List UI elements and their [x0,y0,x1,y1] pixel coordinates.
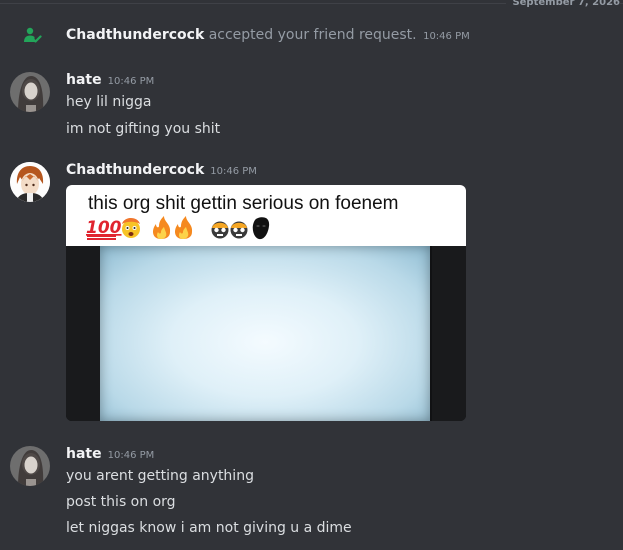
message-line: let niggas know i am not giving u a dime [66,520,352,536]
video-letterbox-right [432,246,466,421]
message-line: hey lil nigga [66,94,152,110]
avatar[interactable] [10,72,50,112]
message-timestamp: 10:46 PM [107,450,155,461]
video-embed[interactable]: this org shit gettin serious on foenem 1… [66,185,466,421]
avatar-image [10,162,50,202]
date-divider: September 7, 2026 [0,0,623,10]
system-message: Chadthundercock accepted your friend req… [0,24,623,48]
username-text[interactable]: hate [66,72,102,88]
avatar[interactable] [10,162,50,202]
message-line: im not gifting you shit [66,121,221,137]
message-username[interactable]: hate 10:46 PM [66,72,154,88]
system-username[interactable]: Chadthundercock [66,27,204,43]
emoji-row: 100 [86,216,270,240]
system-text: Chadthundercock accepted your friend req… [66,27,470,43]
chat-view: September 7, 2026 Chadthundercock accept… [0,0,623,550]
message-username[interactable]: Chadthundercock 10:46 PM [66,162,257,178]
message-timestamp: 10:46 PM [210,166,257,177]
system-action-text: accepted your friend request. [208,27,417,43]
friend-accepted-icon [24,27,42,43]
hundred-points-icon: 100 [86,218,122,240]
username-text[interactable]: hate [66,446,102,462]
message-line: post this on org [66,494,176,510]
video-player[interactable] [66,246,466,421]
system-timestamp: 10:46 PM [423,31,470,42]
skull-face-icon [230,221,248,239]
avatar-image [10,72,50,112]
message-line: you arent getting anything [66,468,254,484]
fire-icon [153,216,171,239]
skull-face-icon [211,221,229,239]
username-text[interactable]: Chadthundercock [66,162,204,178]
embed-caption-area: this org shit gettin serious on foenem 1… [66,185,466,246]
message-username[interactable]: hate 10:46 PM [66,446,154,462]
divider-date: September 7, 2026 [506,0,620,8]
video-letterbox-left [66,246,100,421]
video-frame [100,246,430,421]
exploding-head-icon [122,218,140,238]
fire-icon [175,216,193,239]
message-timestamp: 10:46 PM [107,76,155,87]
black-mask-icon [252,217,270,240]
avatar-image [10,446,50,486]
avatar[interactable] [10,446,50,486]
embed-caption: this org shit gettin serious on foenem [88,193,399,214]
